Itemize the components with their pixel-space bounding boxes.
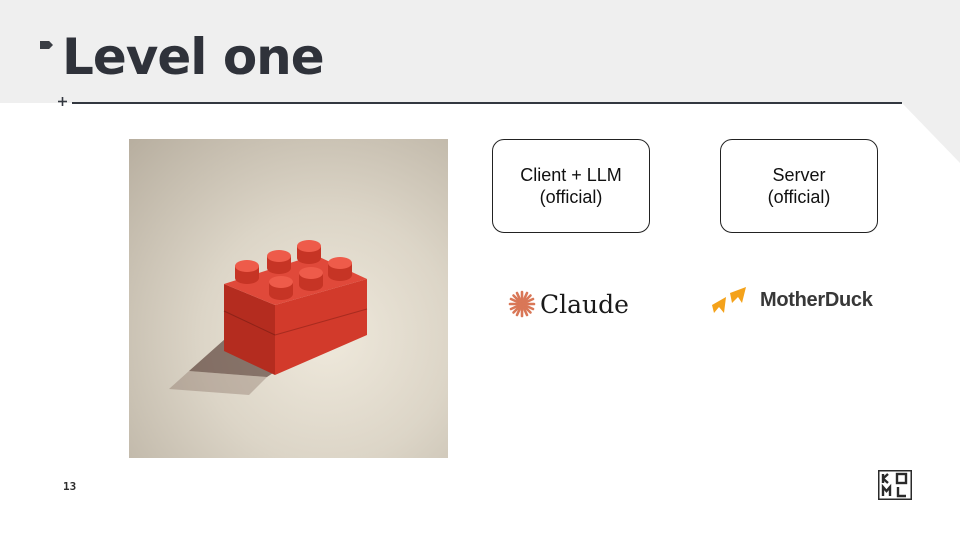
lego-brick-image xyxy=(169,240,368,395)
corner-decoration xyxy=(902,103,960,163)
motherduck-logo: MotherDuck xyxy=(708,280,873,320)
server-box: Server (official) xyxy=(720,139,878,233)
server-box-line2: (official) xyxy=(767,187,831,207)
motherduck-feet-icon xyxy=(712,287,746,313)
lego-brick-photo xyxy=(129,139,448,458)
plus-icon xyxy=(58,97,67,106)
claude-logo-text: Claude xyxy=(540,289,629,319)
motherduck-logo-text: MotherDuck xyxy=(760,288,873,311)
client-box-line2: (official) xyxy=(539,187,603,207)
server-box-line1: Server xyxy=(772,165,826,185)
claude-logo: Claude xyxy=(508,286,629,322)
title-divider xyxy=(72,102,902,104)
koml-logo-icon xyxy=(878,470,912,500)
page-title: Level one xyxy=(62,28,325,86)
page-number: 13 xyxy=(63,480,77,493)
claude-starburst-icon xyxy=(508,290,536,318)
client-llm-box: Client + LLM (official) xyxy=(492,139,650,233)
client-box-line1: Client + LLM xyxy=(520,165,622,185)
